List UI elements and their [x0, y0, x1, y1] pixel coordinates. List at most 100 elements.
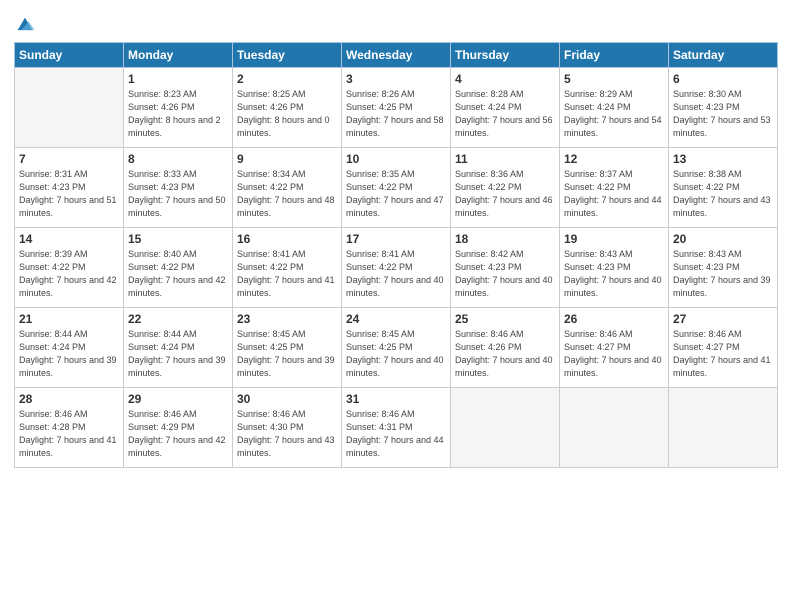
calendar-header: SundayMondayTuesdayWednesdayThursdayFrid…	[15, 43, 778, 68]
day-number: 4	[455, 72, 555, 86]
day-info: Sunrise: 8:46 AMSunset: 4:29 PMDaylight:…	[128, 408, 228, 460]
day-cell: 31 Sunrise: 8:46 AMSunset: 4:31 PMDayligh…	[342, 388, 451, 468]
day-cell	[15, 68, 124, 148]
day-cell: 27Sunrise: 8:46 AMSunset: 4:27 PMDayligh…	[669, 308, 778, 388]
day-cell: 4 Sunrise: 8:28 AMSunset: 4:24 PMDaylight…	[451, 68, 560, 148]
day-cell: 8 Sunrise: 8:33 AMSunset: 4:23 PMDaylight…	[124, 148, 233, 228]
day-cell: 12 Sunrise: 8:37 AMSunset: 4:22 PMDayligh…	[560, 148, 669, 228]
day-number: 16	[237, 232, 337, 246]
day-cell: 30 Sunrise: 8:46 AMSunset: 4:30 PMDayligh…	[233, 388, 342, 468]
header-cell-saturday: Saturday	[669, 43, 778, 68]
day-number: 13	[673, 152, 773, 166]
day-info: Sunrise: 8:29 AMSunset: 4:24 PMDaylight:…	[564, 88, 664, 140]
day-number: 17	[346, 232, 446, 246]
day-cell	[451, 388, 560, 468]
day-cell	[669, 388, 778, 468]
day-number: 8	[128, 152, 228, 166]
header-cell-thursday: Thursday	[451, 43, 560, 68]
day-cell: 15Sunrise: 8:40 AMSunset: 4:22 PMDayligh…	[124, 228, 233, 308]
day-number: 15	[128, 232, 228, 246]
calendar-table: SundayMondayTuesdayWednesdayThursdayFrid…	[14, 42, 778, 468]
day-cell: 17 Sunrise: 8:41 AMSunset: 4:22 PMDayligh…	[342, 228, 451, 308]
day-info: Sunrise: 8:34 AMSunset: 4:22 PMDaylight:…	[237, 168, 337, 220]
day-cell: 7 Sunrise: 8:31 AMSunset: 4:23 PMDaylight…	[15, 148, 124, 228]
day-info: Sunrise: 8:46 AMSunset: 4:31 PMDaylight:…	[346, 408, 446, 460]
day-info: Sunrise: 8:25 AMSunset: 4:26 PMDaylight:…	[237, 88, 337, 140]
day-info: Sunrise: 8:45 AMSunset: 4:25 PMDaylight:…	[237, 328, 337, 380]
day-number: 23	[237, 312, 337, 326]
day-cell: 21Sunrise: 8:44 AMSunset: 4:24 PMDayligh…	[15, 308, 124, 388]
day-info: Sunrise: 8:37 AMSunset: 4:22 PMDaylight:…	[564, 168, 664, 220]
day-cell: 18 Sunrise: 8:42 AMSunset: 4:23 PMDayligh…	[451, 228, 560, 308]
day-info: Sunrise: 8:46 AMSunset: 4:27 PMDaylight:…	[673, 328, 773, 380]
day-cell: 14Sunrise: 8:39 AMSunset: 4:22 PMDayligh…	[15, 228, 124, 308]
day-cell: 28 Sunrise: 8:46 AMSunset: 4:28 PMDayligh…	[15, 388, 124, 468]
day-number: 1	[128, 72, 228, 86]
day-cell: 9 Sunrise: 8:34 AMSunset: 4:22 PMDaylight…	[233, 148, 342, 228]
day-number: 22	[128, 312, 228, 326]
day-cell: 2 Sunrise: 8:25 AMSunset: 4:26 PMDaylight…	[233, 68, 342, 148]
day-info: Sunrise: 8:41 AMSunset: 4:22 PMDaylight:…	[346, 248, 446, 300]
day-cell: 29 Sunrise: 8:46 AMSunset: 4:29 PMDayligh…	[124, 388, 233, 468]
day-number: 24	[346, 312, 446, 326]
week-row-1: 7 Sunrise: 8:31 AMSunset: 4:23 PMDaylight…	[15, 148, 778, 228]
day-info: Sunrise: 8:39 AMSunset: 4:22 PMDaylight:…	[19, 248, 119, 300]
logo	[14, 14, 40, 36]
day-info: Sunrise: 8:45 AMSunset: 4:25 PMDaylight:…	[346, 328, 446, 380]
day-info: Sunrise: 8:31 AMSunset: 4:23 PMDaylight:…	[19, 168, 119, 220]
day-info: Sunrise: 8:44 AMSunset: 4:24 PMDaylight:…	[19, 328, 119, 380]
day-number: 6	[673, 72, 773, 86]
day-cell: 13Sunrise: 8:38 AMSunset: 4:22 PMDayligh…	[669, 148, 778, 228]
day-number: 29	[128, 392, 228, 406]
day-number: 2	[237, 72, 337, 86]
day-info: Sunrise: 8:33 AMSunset: 4:23 PMDaylight:…	[128, 168, 228, 220]
week-row-4: 28 Sunrise: 8:46 AMSunset: 4:28 PMDayligh…	[15, 388, 778, 468]
day-info: Sunrise: 8:42 AMSunset: 4:23 PMDaylight:…	[455, 248, 555, 300]
day-number: 9	[237, 152, 337, 166]
day-number: 18	[455, 232, 555, 246]
week-row-2: 14Sunrise: 8:39 AMSunset: 4:22 PMDayligh…	[15, 228, 778, 308]
day-info: Sunrise: 8:36 AMSunset: 4:22 PMDaylight:…	[455, 168, 555, 220]
day-number: 12	[564, 152, 664, 166]
day-cell: 3Sunrise: 8:26 AMSunset: 4:25 PMDaylight…	[342, 68, 451, 148]
day-number: 11	[455, 152, 555, 166]
day-info: Sunrise: 8:43 AMSunset: 4:23 PMDaylight:…	[564, 248, 664, 300]
day-number: 20	[673, 232, 773, 246]
day-cell: 19 Sunrise: 8:43 AMSunset: 4:23 PMDayligh…	[560, 228, 669, 308]
day-cell: 10 Sunrise: 8:35 AMSunset: 4:22 PMDayligh…	[342, 148, 451, 228]
day-info: Sunrise: 8:35 AMSunset: 4:22 PMDaylight:…	[346, 168, 446, 220]
day-number: 28	[19, 392, 119, 406]
page: SundayMondayTuesdayWednesdayThursdayFrid…	[0, 0, 792, 612]
day-number: 25	[455, 312, 555, 326]
day-cell: 22Sunrise: 8:44 AMSunset: 4:24 PMDayligh…	[124, 308, 233, 388]
day-number: 30	[237, 392, 337, 406]
day-info: Sunrise: 8:23 AMSunset: 4:26 PMDaylight:…	[128, 88, 228, 140]
day-cell: 16Sunrise: 8:41 AMSunset: 4:22 PMDayligh…	[233, 228, 342, 308]
header-cell-wednesday: Wednesday	[342, 43, 451, 68]
day-number: 7	[19, 152, 119, 166]
day-cell: 11 Sunrise: 8:36 AMSunset: 4:22 PMDayligh…	[451, 148, 560, 228]
header-cell-friday: Friday	[560, 43, 669, 68]
day-info: Sunrise: 8:46 AMSunset: 4:30 PMDaylight:…	[237, 408, 337, 460]
day-info: Sunrise: 8:46 AMSunset: 4:27 PMDaylight:…	[564, 328, 664, 380]
day-info: Sunrise: 8:43 AMSunset: 4:23 PMDaylight:…	[673, 248, 773, 300]
day-info: Sunrise: 8:26 AMSunset: 4:25 PMDaylight:…	[346, 88, 446, 140]
day-number: 31	[346, 392, 446, 406]
week-row-3: 21Sunrise: 8:44 AMSunset: 4:24 PMDayligh…	[15, 308, 778, 388]
day-number: 10	[346, 152, 446, 166]
day-cell: 25 Sunrise: 8:46 AMSunset: 4:26 PMDayligh…	[451, 308, 560, 388]
day-info: Sunrise: 8:28 AMSunset: 4:24 PMDaylight:…	[455, 88, 555, 140]
day-number: 19	[564, 232, 664, 246]
header-cell-tuesday: Tuesday	[233, 43, 342, 68]
day-cell: 5 Sunrise: 8:29 AMSunset: 4:24 PMDaylight…	[560, 68, 669, 148]
day-cell	[560, 388, 669, 468]
day-number: 5	[564, 72, 664, 86]
day-cell: 23 Sunrise: 8:45 AMSunset: 4:25 PMDayligh…	[233, 308, 342, 388]
day-cell: 24 Sunrise: 8:45 AMSunset: 4:25 PMDayligh…	[342, 308, 451, 388]
day-info: Sunrise: 8:46 AMSunset: 4:26 PMDaylight:…	[455, 328, 555, 380]
day-info: Sunrise: 8:46 AMSunset: 4:28 PMDaylight:…	[19, 408, 119, 460]
header	[14, 10, 778, 36]
day-cell: 6 Sunrise: 8:30 AMSunset: 4:23 PMDaylight…	[669, 68, 778, 148]
day-cell: 1 Sunrise: 8:23 AMSunset: 4:26 PMDaylight…	[124, 68, 233, 148]
day-info: Sunrise: 8:30 AMSunset: 4:23 PMDaylight:…	[673, 88, 773, 140]
